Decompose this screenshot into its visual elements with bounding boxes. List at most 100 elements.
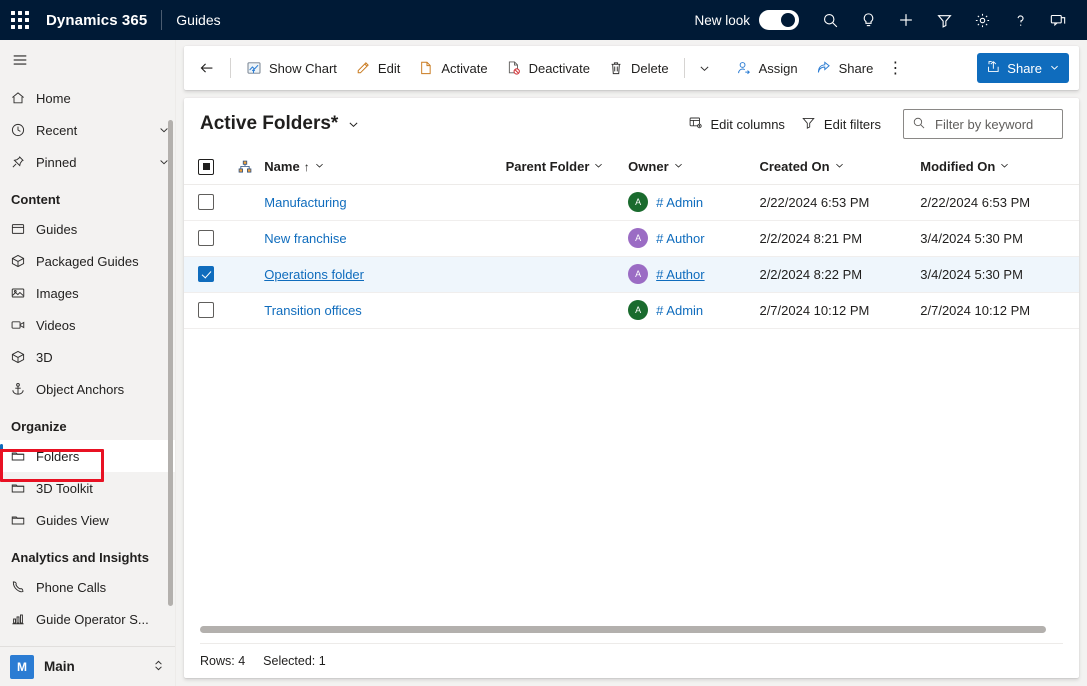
edit-button[interactable]: Edit [346,52,409,84]
row-name-link[interactable]: Operations folder [262,267,364,282]
delete-button[interactable]: Delete [599,52,678,84]
row-owner-link[interactable]: # Author [656,267,704,282]
sidebar-item-phone-calls[interactable]: Phone Calls [0,571,175,603]
chevron-down-icon[interactable] [999,159,1010,174]
row-name-link[interactable]: New franchise [262,231,346,246]
share-command-button[interactable]: Share [807,52,883,84]
row-name-cell[interactable]: New franchise [262,220,505,256]
search-input[interactable] [933,116,1054,133]
sidebar-item-videos[interactable]: Videos [0,309,175,341]
created-on-header[interactable]: Created On [759,150,920,184]
sitemap-hamburger-icon[interactable] [0,40,175,80]
row-select-cell[interactable] [184,220,228,256]
row-select-cell[interactable] [184,256,228,292]
sidebar-item-home[interactable]: Home [0,82,175,114]
share-primary-label: Share [1007,61,1042,76]
table-row[interactable]: Manufacturing A # Admin 2/22/2024 6:53 P… [184,184,1079,220]
sidebar-item-images[interactable]: Images [0,277,175,309]
name-header[interactable]: Name ↑ [262,150,505,184]
chevron-down-icon[interactable] [593,159,604,174]
sidebar-item-3d-toolkit[interactable]: 3D Toolkit [0,472,175,504]
image-icon [10,285,36,301]
table-row[interactable]: Operations folder A # Author 2/2/2024 8:… [184,256,1079,292]
row-checkbox[interactable] [198,266,214,282]
sidebar-item-object-anchors[interactable]: Object Anchors [0,373,175,405]
grid-wrapper: Name ↑ Parent Folder [184,150,1079,616]
row-owner-cell[interactable]: A # Author [626,256,759,292]
row-select-cell[interactable] [184,292,228,328]
row-owner-link[interactable]: # Admin [656,195,703,210]
horizontal-scrollbar[interactable] [200,626,1046,633]
sidebar-item-packaged-guides[interactable]: Packaged Guides [0,245,175,277]
owner-header[interactable]: Owner [626,150,759,184]
gear-icon[interactable] [963,0,1001,40]
assign-button[interactable]: Assign [727,52,807,84]
sidebar-item-guide-operator-summary[interactable]: Guide Operator S... [0,603,175,635]
row-name-cell[interactable]: Manufacturing [262,184,505,220]
more-commands-icon[interactable]: ⋮ [882,52,908,84]
edit-columns-button[interactable]: Edit columns [680,109,793,139]
deactivate-button[interactable]: Deactivate [497,52,599,84]
row-hierarchy-cell [228,256,262,292]
sidebar-scrollbar[interactable] [168,120,173,606]
row-owner-link[interactable]: # Author [656,231,704,246]
lightbulb-icon[interactable] [849,0,887,40]
sidebar-item-folders[interactable]: Folders [0,440,175,472]
sidebar-item-guides[interactable]: Guides [0,213,175,245]
help-icon[interactable] [1001,0,1039,40]
filter-search-box[interactable] [903,109,1063,139]
row-name-link[interactable]: Manufacturing [262,195,346,210]
row-checkbox[interactable] [198,230,214,246]
feedback-icon[interactable] [1039,0,1077,40]
sidebar-item-recent[interactable]: Recent [0,114,175,146]
video-icon [10,317,36,333]
row-created-on-cell: 2/2/2024 8:22 PM [759,256,920,292]
assign-person-icon [736,60,752,76]
row-name-link[interactable]: Transition offices [262,303,362,318]
sort-ascending-icon: ↑ [304,160,310,174]
table-row[interactable]: Transition offices A # Admin 2/7/2024 10… [184,292,1079,328]
search-icon[interactable] [811,0,849,40]
app-name-label: Guides [162,12,234,28]
row-select-cell[interactable] [184,184,228,220]
back-arrow-icon[interactable] [190,52,224,84]
chevron-down-icon[interactable] [314,159,325,174]
row-created-on-cell: 2/22/2024 6:53 PM [759,184,920,220]
chevron-down-icon[interactable] [834,159,845,174]
parent-folder-header[interactable]: Parent Folder [506,150,627,184]
row-name-cell[interactable]: Operations folder [262,256,505,292]
app-switcher[interactable]: M Main [0,646,175,686]
chevron-down-icon[interactable] [673,159,684,174]
new-look-toggle-group[interactable]: New look [694,10,799,30]
show-chart-button[interactable]: Show Chart [237,52,346,84]
updown-chevron-icon[interactable] [152,659,165,675]
app-launcher-waffle-icon[interactable] [0,0,40,40]
filter-icon[interactable] [925,0,963,40]
row-owner-cell[interactable]: A # Admin [626,184,759,220]
hierarchy-icon[interactable] [228,150,262,184]
edit-filters-button[interactable]: Edit filters [793,109,889,139]
share-command-label: Share [839,61,874,76]
sidebar-item-3d[interactable]: 3D [0,341,175,373]
chevron-down-icon[interactable] [347,118,360,131]
row-name-cell[interactable]: Transition offices [262,292,505,328]
row-owner-cell[interactable]: A # Author [626,220,759,256]
table-row[interactable]: New franchise A # Author 2/2/2024 8:21 P… [184,220,1079,256]
row-checkbox[interactable] [198,194,214,210]
row-owner-cell[interactable]: A # Admin [626,292,759,328]
overflow-chevron-down-icon[interactable] [691,52,719,84]
sidebar-item-pinned[interactable]: Pinned [0,146,175,178]
plus-icon[interactable] [887,0,925,40]
main-content: Show Chart Edit Activate Deactivate [176,40,1087,686]
sidebar-group-organize: Organize [0,405,175,440]
select-all-checkbox[interactable] [198,159,214,175]
sidebar-item-guides-view[interactable]: Guides View [0,504,175,536]
share-primary-button[interactable]: Share [977,53,1069,83]
row-owner-link[interactable]: # Admin [656,303,703,318]
row-checkbox[interactable] [198,302,214,318]
view-selector[interactable]: Active Folders* [200,113,360,135]
view-toolbar: Active Folders* Edit columns [184,98,1079,150]
new-look-toggle[interactable] [759,10,799,30]
modified-on-header[interactable]: Modified On [920,150,1079,184]
activate-button[interactable]: Activate [409,52,496,84]
